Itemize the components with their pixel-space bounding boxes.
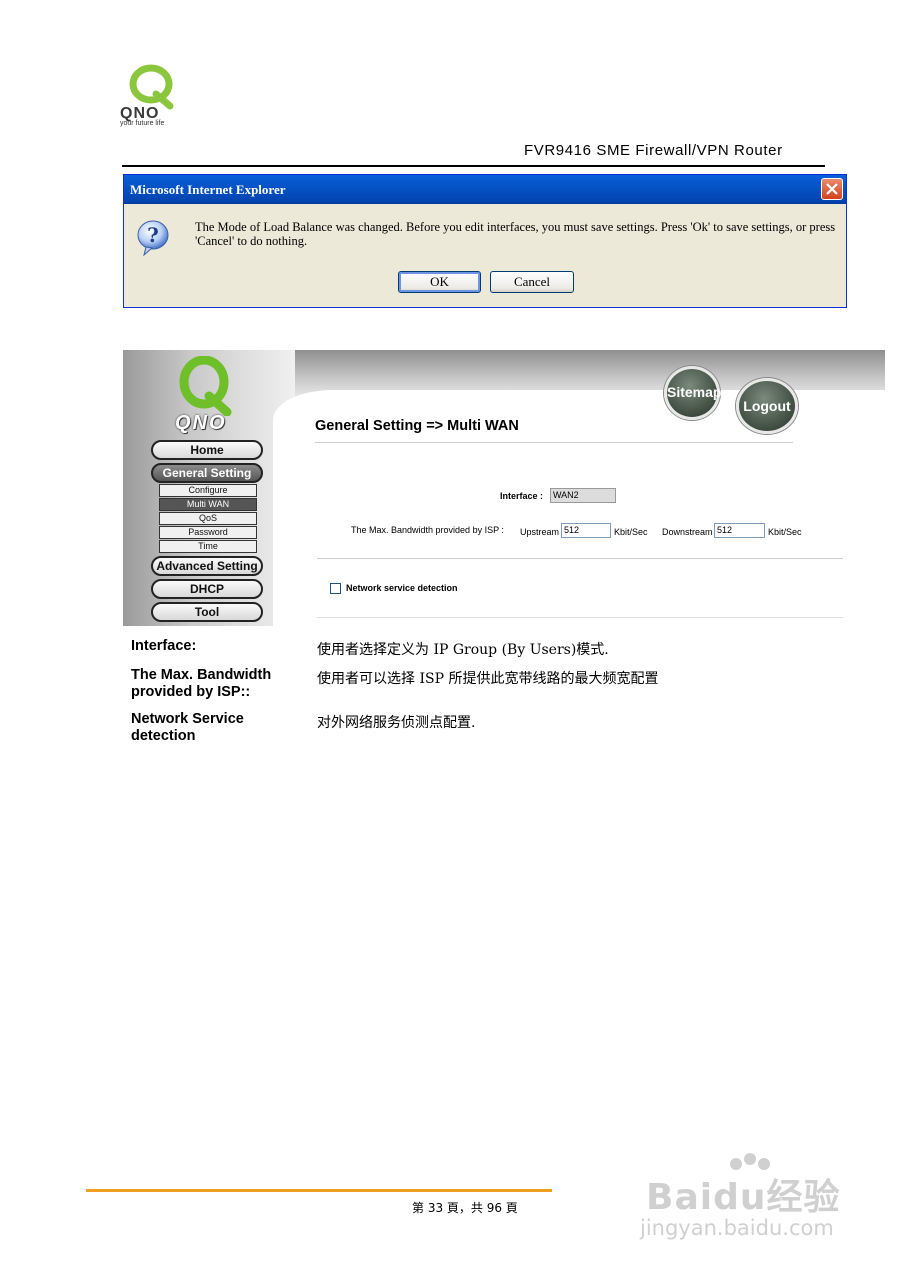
- desc-label-interface: Interface:: [131, 638, 197, 654]
- nav-tool[interactable]: Tool: [151, 602, 263, 622]
- downstream-unit: Kbit/Sec: [768, 527, 802, 537]
- cancel-button[interactable]: Cancel: [490, 271, 574, 293]
- upstream-input[interactable]: 512: [561, 523, 611, 538]
- desc-text-interface: 使用者选择定义为 IP Group (By Users)模式.: [317, 642, 609, 658]
- form-divider: [317, 558, 843, 559]
- document-title: FVR9416 SME Firewall/VPN Router: [524, 142, 783, 159]
- downstream-label: Downstream: [662, 527, 713, 537]
- interface-field[interactable]: WAN2: [550, 488, 616, 503]
- qno-logo: QNO your future life: [118, 64, 188, 130]
- dialog-message: The Mode of Load Balance was changed. Be…: [195, 220, 836, 248]
- upstream-label: Upstream: [520, 527, 560, 537]
- logout-button[interactable]: Logout: [736, 378, 798, 434]
- header-divider: [122, 165, 825, 167]
- nav-sub-configure[interactable]: Configure: [159, 484, 257, 497]
- nav-dhcp[interactable]: DHCP: [151, 579, 263, 599]
- network-detection-label: Network service detection: [346, 583, 458, 593]
- interface-label: Interface :: [500, 491, 544, 501]
- upstream-unit: Kbit/Sec: [614, 527, 648, 537]
- nav-advanced-setting[interactable]: Advanced Setting: [151, 556, 263, 576]
- svg-text:?: ?: [147, 223, 159, 247]
- watermark-brand: Baidu经验: [646, 1177, 841, 1218]
- heading-divider: [315, 442, 793, 443]
- router-ui-screenshot: QNO Sitemap Logout Home General Setting …: [123, 350, 885, 626]
- desc-label-detection: Network Service detection: [131, 711, 244, 744]
- baidu-watermark: Baidu经验 jingyan.baidu.com: [640, 1152, 860, 1252]
- network-detection-checkbox[interactable]: [330, 583, 341, 594]
- footer-divider: [86, 1189, 552, 1192]
- page-title: General Setting => Multi WAN: [315, 418, 519, 434]
- nav-general-setting[interactable]: General Setting: [151, 463, 263, 483]
- desc-text-detection: 对外网络服务侦测点配置.: [317, 715, 476, 731]
- nav-home[interactable]: Home: [151, 440, 263, 460]
- watermark-url: jingyan.baidu.com: [640, 1216, 834, 1240]
- desc-text-bandwidth: 使用者可以选择 ISP 所提供此宽带线路的最大频宽配置: [317, 671, 659, 687]
- downstream-input[interactable]: 512: [714, 523, 765, 538]
- page-number: 第 33 頁，共 96 頁: [412, 1201, 518, 1215]
- dialog-title: Microsoft Internet Explorer: [130, 182, 286, 197]
- logo-tagline: your future life: [120, 120, 165, 127]
- ie-confirm-dialog: Microsoft Internet Explorer ? The Mode o…: [123, 174, 847, 308]
- close-icon: [826, 183, 838, 195]
- sitemap-button[interactable]: Sitemap: [664, 366, 721, 420]
- nav-sub-password[interactable]: Password: [159, 526, 257, 539]
- dialog-close-button[interactable]: [821, 178, 843, 200]
- desc-label-bandwidth: The Max. Bandwidth provided by ISP::: [131, 667, 272, 700]
- qno-logo-icon: QNO: [120, 64, 174, 122]
- form-divider-bottom: [317, 617, 843, 618]
- router-logo-text: QNO: [175, 412, 227, 434]
- ok-button[interactable]: OK: [398, 271, 481, 293]
- router-logo-icon: [179, 356, 232, 416]
- nav-sub-time[interactable]: Time: [159, 540, 257, 553]
- nav-sub-multi-wan[interactable]: Multi WAN: [159, 498, 257, 511]
- question-icon: ?: [137, 220, 169, 256]
- dialog-titlebar: Microsoft Internet Explorer: [124, 175, 846, 204]
- bandwidth-label: The Max. Bandwidth provided by ISP :: [351, 525, 504, 535]
- nav-sub-qos[interactable]: QoS: [159, 512, 257, 525]
